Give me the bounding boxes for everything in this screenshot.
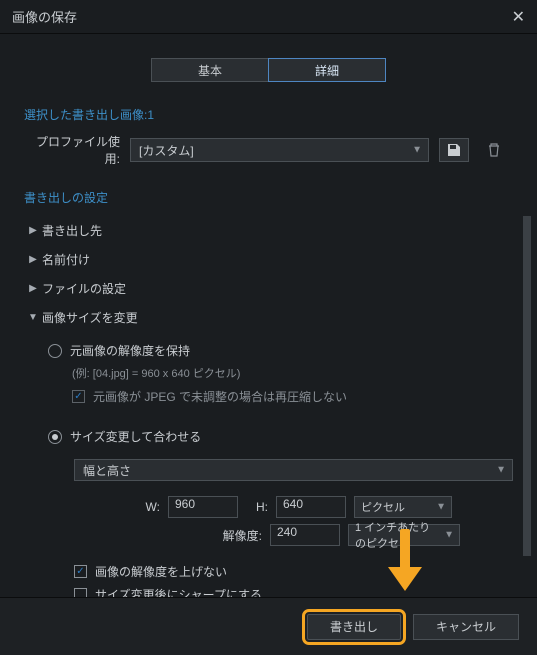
chevron-right-icon: ▶ <box>24 225 42 236</box>
caret-down-icon: ▼ <box>496 465 506 476</box>
fit-mode-select[interactable]: 幅と高さ ▼ <box>74 459 513 481</box>
checkbox-icon: ✓ <box>74 565 87 578</box>
resolution-input[interactable]: 240 <box>270 524 340 546</box>
accordion-naming[interactable]: ▶ 名前付け <box>24 245 513 274</box>
accordion-image-size[interactable]: 画像サイズを変更 <box>24 303 513 332</box>
wh-unit-select[interactable]: ピクセル ▼ <box>354 496 452 518</box>
radio-icon <box>48 430 62 444</box>
height-input[interactable]: 640 <box>276 496 346 518</box>
accordion-destination[interactable]: ▶ 書き出し先 <box>24 216 513 245</box>
dialog-title: 画像の保存 <box>12 7 77 26</box>
save-icon <box>447 143 461 157</box>
width-input[interactable]: 960 <box>168 496 238 518</box>
checkbox-no-recompress: ✓ 元画像が JPEG で未調整の場合は再圧縮しない <box>48 385 513 408</box>
footer: 書き出し キャンセル <box>0 597 537 655</box>
tabs: 基本 詳細 <box>6 58 531 82</box>
accordion-file-settings[interactable]: ▶ ファイルの設定 <box>24 274 513 303</box>
scroll-area: ▶ 書き出し先 ▶ 名前付け ▶ ファイルの設定 画像サイズを変更 元画像の解像… <box>6 216 531 611</box>
selected-images-title: 選択した書き出し画像:1 <box>6 102 531 133</box>
radio-resize-fit[interactable]: サイズ変更して合わせる <box>48 422 513 451</box>
tab-advanced[interactable]: 詳細 <box>268 58 386 82</box>
save-profile-button[interactable] <box>439 138 469 162</box>
titlebar: 画像の保存 ✕ <box>0 0 537 34</box>
chevron-right-icon: ▶ <box>24 283 42 294</box>
example-text: (例: [04.jpg] = 960 x 640 ピクセル) <box>48 365 513 385</box>
export-settings-title: 書き出しの設定 <box>6 185 531 216</box>
fit-body: 幅と高さ ▼ W: 960 H: 640 ピクセル ▼ <box>48 451 513 549</box>
height-label: H: <box>246 500 268 514</box>
trash-icon <box>486 142 502 158</box>
delete-profile-button[interactable] <box>479 138 509 162</box>
caret-down-icon: ▼ <box>444 530 454 541</box>
checkbox-no-upscale[interactable]: ✓ 画像の解像度を上げない <box>48 559 513 582</box>
width-label: W: <box>74 500 160 514</box>
profile-row: プロファイル使用: [カスタム] ▼ <box>6 133 531 185</box>
profile-label: プロファイル使用: <box>28 133 120 167</box>
chevron-right-icon: ▶ <box>24 254 42 265</box>
wh-row: W: 960 H: 640 ピクセル ▼ <box>74 493 513 521</box>
cancel-button[interactable]: キャンセル <box>413 614 519 640</box>
resolution-label: 解像度: <box>74 527 262 544</box>
dialog-content: 基本 詳細 選択した書き出し画像:1 プロファイル使用: [カスタム] ▼ 書き… <box>0 34 537 611</box>
scrollbar[interactable] <box>523 216 531 611</box>
caret-down-icon: ▼ <box>436 502 446 513</box>
close-icon[interactable]: ✕ <box>512 7 525 27</box>
resolution-unit-select[interactable]: 1 インチあたりのピクセ ▼ <box>348 524 460 546</box>
image-size-body: 元画像の解像度を保持 (例: [04.jpg] = 960 x 640 ピクセル… <box>24 332 513 605</box>
resolution-row: 解像度: 240 1 インチあたりのピクセ ▼ <box>74 521 513 549</box>
caret-down-icon: ▼ <box>412 145 422 156</box>
chevron-down-icon <box>24 312 42 323</box>
radio-keep-resolution[interactable]: 元画像の解像度を保持 <box>48 336 513 365</box>
scrollbar-thumb[interactable] <box>523 216 531 556</box>
radio-icon <box>48 344 62 358</box>
tab-basic[interactable]: 基本 <box>151 58 269 82</box>
checkbox-icon: ✓ <box>72 390 85 403</box>
profile-select[interactable]: [カスタム] ▼ <box>130 138 429 162</box>
export-button[interactable]: 書き出し <box>307 614 401 640</box>
